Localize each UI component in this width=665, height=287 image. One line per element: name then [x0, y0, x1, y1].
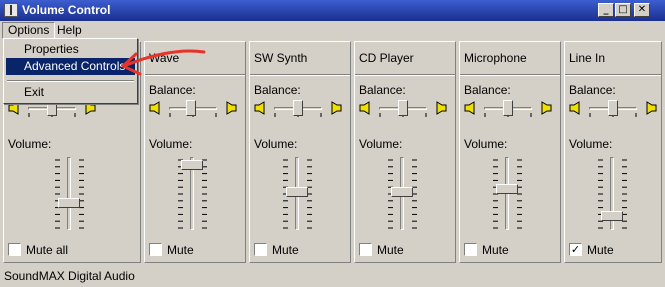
window-title: Volume Control [22, 3, 111, 17]
strip-name: Line In [569, 51, 606, 65]
title-bar[interactable]: Volume Control _ □ ✕ [0, 0, 665, 21]
balance-control [359, 99, 447, 117]
volume-slider[interactable] [496, 184, 518, 194]
strip-cd-player: CD Player Balance: Volume: Mute [354, 41, 456, 263]
volume-slider[interactable] [58, 198, 80, 208]
volume-label: Volume: [464, 137, 508, 151]
menu-item-properties[interactable]: Properties [6, 41, 135, 58]
strip-divider [250, 74, 350, 76]
volume-control-window: Volume Control _ □ ✕ Options Help Volume… [0, 0, 665, 287]
menu-item-advanced-controls[interactable]: Advanced Controls [6, 58, 135, 75]
mute-checkbox-box[interactable] [464, 243, 477, 256]
mute-label: Mute [167, 243, 194, 257]
balance-label: Balance: [359, 83, 406, 97]
strip-name: CD Player [359, 51, 414, 65]
left-speaker-icon [359, 101, 370, 115]
status-device: SoundMAX Digital Audio [4, 269, 135, 283]
mute-label: Mute [482, 243, 509, 257]
annotation-arrow-icon [121, 49, 206, 76]
right-speaker-icon [436, 101, 447, 115]
mute-checkbox-box[interactable] [254, 243, 267, 256]
volume-track [67, 157, 71, 230]
mute-label: Mute [377, 243, 404, 257]
status-bar: SoundMAX Digital Audio [0, 266, 665, 287]
close-button[interactable]: ✕ [634, 3, 650, 17]
menu-options[interactable]: Options [2, 22, 56, 39]
volume-slider[interactable] [181, 160, 203, 170]
right-speaker-icon [541, 101, 552, 115]
balance-slider[interactable] [293, 100, 303, 116]
left-speaker-icon [569, 101, 580, 115]
mute-checkbox-box[interactable] [359, 243, 372, 256]
strip-divider [460, 74, 560, 76]
strip-divider [355, 74, 455, 76]
volume-label: Volume: [149, 137, 193, 151]
volume-ticks-right [79, 159, 84, 229]
volume-ticks-left [55, 159, 60, 229]
strip-name: Microphone [464, 51, 527, 65]
menu-help[interactable]: Help [52, 23, 87, 38]
volume-label: Volume: [359, 137, 403, 151]
volume-app-icon [4, 3, 18, 17]
balance-control [254, 99, 342, 117]
mute-label: Mute [272, 243, 299, 257]
left-speaker-icon [254, 101, 265, 115]
volume-label: Volume: [569, 137, 613, 151]
balance-control [464, 99, 552, 117]
strip-line-in: Line In Balance: Volume: ✓ Mute [564, 41, 662, 263]
volume-slider[interactable] [286, 187, 308, 197]
balance-slider[interactable] [608, 100, 618, 116]
mute-checkbox-box[interactable] [8, 243, 21, 256]
balance-control [569, 99, 657, 117]
left-speaker-icon [149, 101, 160, 115]
mute-label: Mute [587, 243, 614, 257]
balance-label: Balance: [569, 83, 616, 97]
volume-label: Volume: [254, 137, 298, 151]
right-speaker-icon [226, 101, 237, 115]
menu-item-exit[interactable]: Exit [6, 84, 135, 101]
left-speaker-icon [464, 101, 475, 115]
balance-slider[interactable] [503, 100, 513, 116]
maximize-button[interactable]: □ [615, 3, 631, 17]
mute-checkbox-box[interactable] [149, 243, 162, 256]
volume-slider[interactable] [391, 187, 413, 197]
volume-ticks-right [517, 159, 522, 229]
strip-microphone: Microphone Balance: Volume: Mute [459, 41, 561, 263]
strip-name: SW Synth [254, 51, 308, 65]
right-speaker-icon [646, 101, 657, 115]
volume-ticks-left [493, 159, 498, 229]
balance-label: Balance: [149, 83, 196, 97]
balance-label: Balance: [464, 83, 511, 97]
mute-label: Mute all [26, 243, 69, 257]
mute-checkbox-box[interactable]: ✓ [569, 243, 582, 256]
strip-divider [565, 74, 661, 76]
volume-label: Volume: [8, 137, 52, 151]
balance-label: Balance: [254, 83, 301, 97]
balance-slider[interactable] [398, 100, 408, 116]
minimize-button[interactable]: _ [598, 3, 614, 17]
balance-slider[interactable] [186, 100, 196, 116]
strip-sw-synth: SW Synth Balance: Volume: Mute [249, 41, 351, 263]
menu-separator [7, 80, 134, 82]
volume-slider[interactable] [601, 211, 623, 221]
right-speaker-icon [331, 101, 342, 115]
balance-control [149, 99, 237, 117]
